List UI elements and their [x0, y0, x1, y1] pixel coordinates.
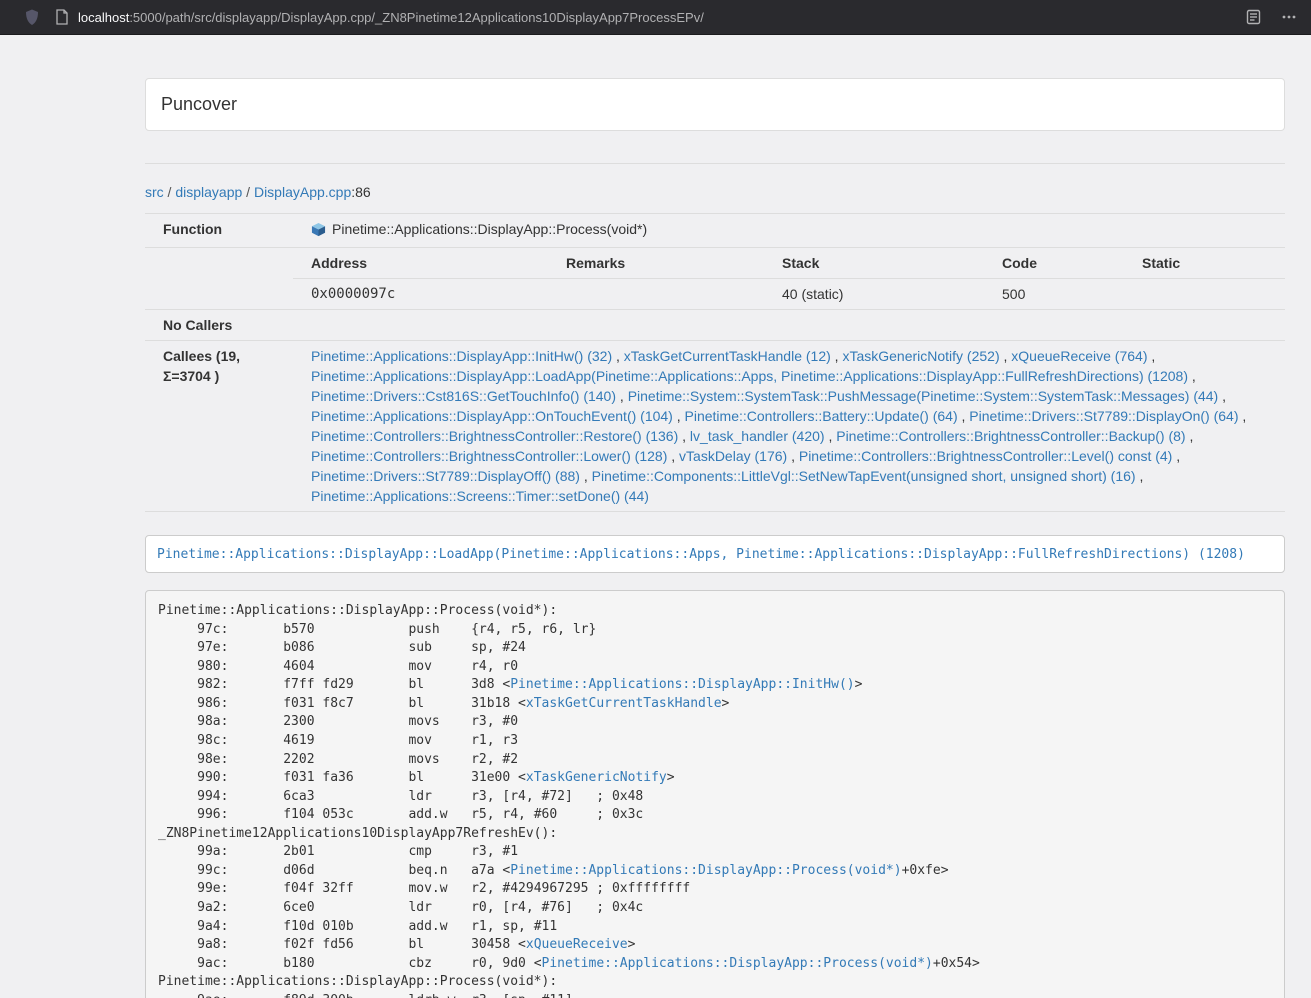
- reader-view-icon[interactable]: [1246, 9, 1261, 25]
- callee-link[interactable]: xTaskGenericNotify (252): [842, 348, 999, 364]
- callees-label: Callees (19, Σ=3704 ): [145, 341, 293, 512]
- callee-link[interactable]: Pinetime::Controllers::BrightnessControl…: [799, 448, 1172, 464]
- symbol-value: 0x0000097c: [293, 279, 548, 310]
- callee-link[interactable]: xTaskGetCurrentTaskHandle (12): [624, 348, 831, 364]
- callee-link[interactable]: Pinetime::Controllers::BrightnessControl…: [311, 448, 667, 464]
- breadcrumb-separator: /: [242, 184, 254, 200]
- symbol-link[interactable]: xTaskGenericNotify: [526, 770, 667, 785]
- breadcrumb-link[interactable]: displayapp: [175, 184, 242, 200]
- no-callers-label: No Callers: [145, 310, 293, 341]
- page-icon[interactable]: [55, 9, 69, 25]
- callee-link[interactable]: xQueueReceive (764): [1011, 348, 1147, 364]
- column-header: Code: [984, 248, 1124, 279]
- callee-link[interactable]: vTaskDelay (176): [679, 448, 787, 464]
- symbol-value: [1124, 279, 1285, 310]
- symbol-link[interactable]: Pinetime::Applications::DisplayApp::Proc…: [510, 863, 901, 878]
- callee-link[interactable]: Pinetime::Controllers::BrightnessControl…: [311, 428, 678, 444]
- column-header: Address: [293, 248, 548, 279]
- callee-link[interactable]: Pinetime::Drivers::St7789::DisplayOn() (…: [969, 408, 1238, 424]
- page-container: Puncover src / displayapp / DisplayApp.c…: [145, 78, 1285, 998]
- details-row: AddressRemarksStackCodeStatic 0x0000097c…: [145, 248, 1285, 310]
- callee-link[interactable]: Pinetime::Controllers::Battery::Update()…: [685, 408, 958, 424]
- breadcrumb: src / displayapp / DisplayApp.cpp:86: [145, 182, 1285, 202]
- callees-row: Callees (19, Σ=3704 ) Pinetime::Applicat…: [145, 341, 1285, 512]
- symbol-link[interactable]: Pinetime::Applications::DisplayApp::Init…: [510, 677, 854, 692]
- no-callers-row: No Callers: [145, 310, 1285, 341]
- shield-icon[interactable]: [24, 9, 40, 26]
- column-header: Static: [1124, 248, 1285, 279]
- callee-link[interactable]: Pinetime::Controllers::BrightnessControl…: [836, 428, 1185, 444]
- symbol-value: [548, 279, 764, 310]
- function-row: Function Pinetime::Applications::Display…: [145, 214, 1285, 248]
- function-name: Pinetime::Applications::DisplayApp::Proc…: [332, 221, 647, 237]
- details-value-row: 0x0000097c 40 (static)500: [293, 279, 1285, 310]
- column-header: Stack: [764, 248, 984, 279]
- callee-link[interactable]: Pinetime::Applications::DisplayApp::Init…: [311, 348, 612, 364]
- callee-link[interactable]: Pinetime::Components::LittleVgl::SetNewT…: [592, 468, 1136, 484]
- breadcrumb-separator: /: [164, 184, 176, 200]
- breadcrumb-link[interactable]: src: [145, 184, 164, 200]
- symbol-link[interactable]: xTaskGetCurrentTaskHandle: [526, 696, 722, 711]
- callee-link[interactable]: Pinetime::Drivers::St7789::DisplayOff() …: [311, 468, 580, 484]
- url-host: localhost: [78, 10, 129, 25]
- symbol-value: 40 (static): [764, 279, 984, 310]
- symbol-table: Function Pinetime::Applications::Display…: [145, 213, 1285, 512]
- menu-icon[interactable]: [1281, 9, 1297, 25]
- puncover-panel: Puncover: [145, 78, 1285, 131]
- symbol-value: 500: [984, 279, 1124, 310]
- function-icon: [311, 222, 326, 242]
- callee-link[interactable]: Pinetime::Applications::DisplayApp::Load…: [311, 368, 1188, 384]
- highlighted-symbol-link[interactable]: Pinetime::Applications::DisplayApp::Load…: [157, 547, 1245, 562]
- callees-cell: Pinetime::Applications::DisplayApp::Init…: [293, 341, 1285, 512]
- highlight-box: Pinetime::Applications::DisplayApp::Load…: [145, 535, 1285, 573]
- url-path: :5000/path/src/displayapp/DisplayApp.cpp…: [129, 10, 704, 25]
- callee-link[interactable]: Pinetime::Drivers::Cst816S::GetTouchInfo…: [311, 388, 616, 404]
- symbol-details-table: AddressRemarksStackCodeStatic 0x0000097c…: [293, 248, 1285, 309]
- callee-link[interactable]: Pinetime::System::SystemTask::PushMessag…: [628, 388, 1219, 404]
- breadcrumb-line-number: :86: [351, 184, 370, 200]
- browser-toolbar: localhost:5000/path/src/displayapp/Displ…: [0, 0, 1311, 35]
- details-header-row: AddressRemarksStackCodeStatic: [293, 248, 1285, 279]
- symbol-link[interactable]: Pinetime::Applications::DisplayApp::Proc…: [542, 956, 933, 971]
- function-label: Function: [145, 214, 293, 248]
- page-title: Puncover: [161, 94, 237, 114]
- url-bar[interactable]: localhost:5000/path/src/displayapp/Displ…: [78, 0, 1246, 35]
- symbol-link[interactable]: xQueueReceive: [526, 937, 628, 952]
- content-divider: [145, 163, 1285, 164]
- empty-row-header: [145, 248, 293, 310]
- callee-link[interactable]: Pinetime::Applications::DisplayApp::OnTo…: [311, 408, 673, 424]
- breadcrumb-link[interactable]: DisplayApp.cpp: [254, 184, 351, 200]
- disassembly-block: Pinetime::Applications::DisplayApp::Proc…: [145, 590, 1285, 998]
- column-header: Remarks: [548, 248, 764, 279]
- callee-link[interactable]: lv_task_handler (420): [690, 428, 825, 444]
- callee-link[interactable]: Pinetime::Applications::Screens::Timer::…: [311, 488, 649, 504]
